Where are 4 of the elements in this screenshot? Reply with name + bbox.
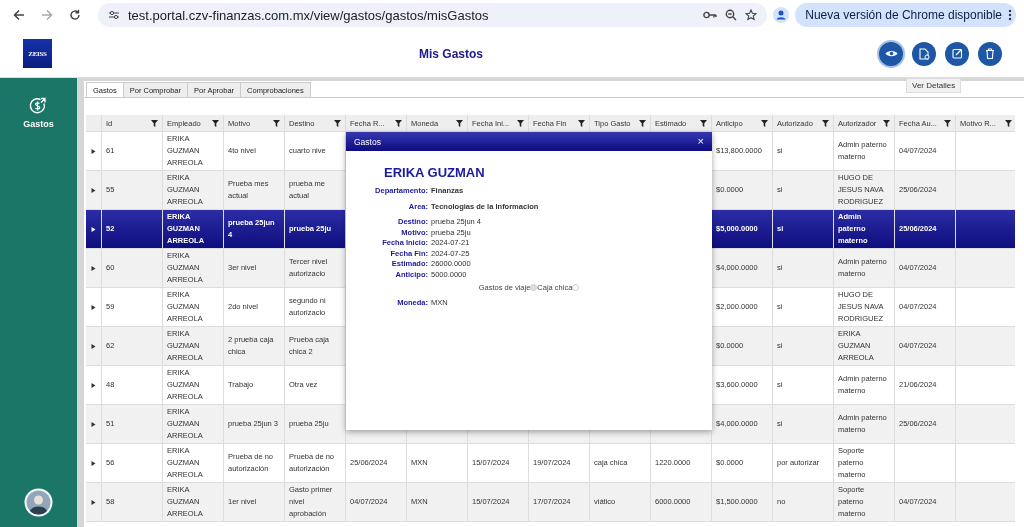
page-title: Mis Gastos	[419, 46, 483, 61]
dialog-title: Gastos	[354, 136, 381, 147]
tooltip: Ver Detalles	[906, 78, 962, 93]
employee-name: ERIKA GUZMAN	[384, 165, 486, 180]
